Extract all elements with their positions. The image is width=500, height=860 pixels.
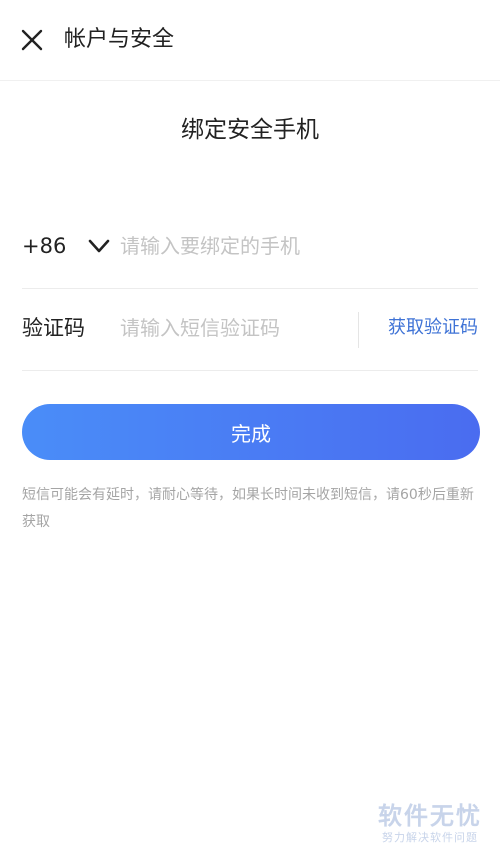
sms-delay-hint: 短信可能会有延时，请耐心等待，如果长时间未收到短信，请60秒后重新获取 [22,487,474,530]
code-label: 验证码 [22,316,85,340]
phone-input[interactable] [120,227,450,265]
close-button[interactable] [16,24,48,56]
get-code-button[interactable]: 获取验证码 [388,310,478,346]
phone-row: +86 [22,206,478,289]
watermark-main-text: 软件无忧 [378,802,482,830]
app-header: 帐户与安全 [0,0,500,81]
chevron-down-icon[interactable] [86,233,112,259]
watermark-logo: 软件无忧 努力解决软件问题 [378,802,482,846]
page-title: 绑定安全手机 [181,117,319,143]
submit-button[interactable]: 完成 [22,404,480,460]
close-icon [21,29,43,51]
code-input[interactable] [120,309,350,347]
vertical-divider [358,312,359,348]
verification-code-row: 验证码 获取验证码 [22,288,478,371]
header-title: 帐户与安全 [64,27,175,52]
country-code-selector[interactable]: +86 [22,228,66,264]
watermark-sub-text: 努力解决软件问题 [382,831,478,844]
